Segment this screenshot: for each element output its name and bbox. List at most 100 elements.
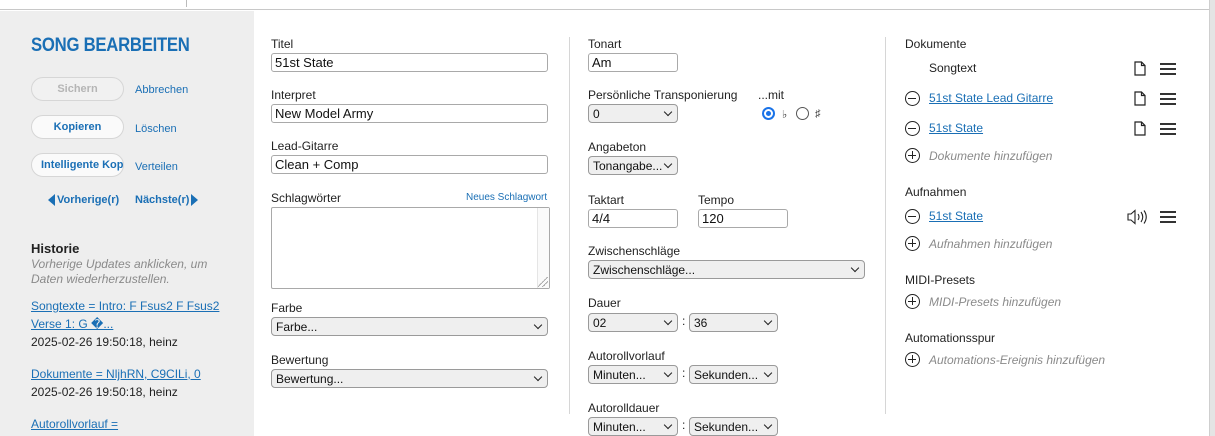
- add-document-link[interactable]: Dokumente hinzufügen: [929, 149, 1052, 163]
- intermediate-select[interactable]: Zwischenschläge...: [588, 260, 865, 279]
- remove-recording-icon[interactable]: [905, 209, 920, 224]
- add-midi-preset-icon[interactable]: [905, 294, 920, 309]
- document-item-lead-guitar[interactable]: 51st State Lead Gitarre: [929, 91, 1053, 105]
- remove-document-icon[interactable]: [905, 121, 920, 136]
- chevron-down-icon: [763, 420, 773, 430]
- recording-item-51st-state[interactable]: 51st State: [929, 209, 983, 223]
- drag-handle-icon[interactable]: [1160, 93, 1176, 105]
- documents-title: Dokumente: [905, 37, 967, 51]
- chevron-down-icon: [763, 368, 773, 378]
- column-divider: [569, 37, 570, 414]
- chevron-down-icon: [663, 316, 673, 326]
- lead-guitar-field[interactable]: Clean + Comp: [271, 155, 548, 174]
- document-icon[interactable]: [1134, 121, 1146, 136]
- chevron-down-icon: [850, 263, 860, 273]
- add-automation-icon[interactable]: [905, 352, 920, 367]
- recordings-title: Aufnahmen: [905, 185, 967, 199]
- duration-minutes-value: 02: [593, 316, 607, 330]
- time-signature-field[interactable]: 4/4: [588, 209, 678, 228]
- pitch-select-value: Tonangabe...: [593, 159, 663, 173]
- key-field[interactable]: Am: [588, 53, 678, 72]
- history-entry-link[interactable]: Dokumente = NljhRN, C9CILi, 0: [31, 367, 201, 381]
- lead-guitar-label: Lead-Gitarre: [271, 139, 339, 153]
- autoscroll-pre-seconds-select[interactable]: Sekunden...: [689, 365, 778, 384]
- sidebar: SONG BEARBEITEN Sichern Abbrechen Kopier…: [0, 11, 254, 436]
- autoscroll-pre-minutes-select[interactable]: Minuten...: [588, 365, 678, 384]
- save-button[interactable]: Sichern: [31, 77, 124, 101]
- history-entry-link[interactable]: Autorollvorlauf =: [31, 417, 118, 431]
- add-automation-link[interactable]: Automations-Ereignis hinzufügen: [929, 353, 1105, 367]
- history-entry-date: 2025-02-26 19:50:18, heinz: [31, 335, 178, 349]
- textarea-scrollbar[interactable]: [537, 208, 549, 288]
- history-entry-date: 2025-02-26 19:50:18, heinz: [31, 385, 178, 399]
- delete-link[interactable]: Löschen: [135, 123, 177, 135]
- autoscroll-pre-separator: :: [682, 366, 686, 380]
- smart-copy-button[interactable]: Intelligente Kopie: [31, 153, 124, 177]
- new-tag-link[interactable]: Neues Schlagwort: [466, 192, 547, 203]
- flat-radio[interactable]: [762, 107, 775, 120]
- pitch-select[interactable]: Tonangabe...: [588, 156, 678, 175]
- document-item-51st-state[interactable]: 51st State: [929, 121, 983, 135]
- share-link[interactable]: Verteilen: [135, 161, 178, 173]
- tempo-label: Tempo: [698, 193, 735, 207]
- cancel-link[interactable]: Abbrechen: [135, 84, 188, 96]
- autoscroll-duration-seconds-value: Sekunden...: [694, 420, 759, 434]
- page-title: SONG BEARBEITEN: [31, 35, 190, 56]
- flat-symbol: ♭: [782, 109, 788, 121]
- add-midi-preset-link[interactable]: MIDI-Presets hinzufügen: [929, 295, 1061, 309]
- document-item-songtext[interactable]: Songtext: [929, 61, 976, 75]
- previous-label: Vorherige(r): [57, 194, 120, 206]
- autoscroll-duration-seconds-select[interactable]: Sekunden...: [689, 417, 778, 436]
- duration-minutes-select[interactable]: 02: [588, 313, 678, 332]
- sharp-symbol: ♯: [815, 108, 821, 120]
- chevron-down-icon: [763, 316, 773, 326]
- intermediate-select-value: Zwischenschläge...: [593, 263, 696, 277]
- add-recording-icon[interactable]: [905, 236, 920, 251]
- history-entry-link[interactable]: Songtexte = Intro: F Fsus2 F Fsus2: [31, 299, 219, 313]
- speaker-icon[interactable]: [1127, 209, 1149, 225]
- document-icon[interactable]: [1134, 61, 1146, 76]
- chevron-right-icon: [191, 194, 199, 206]
- history-description: Vorherige Updates anklicken, um Daten wi…: [31, 257, 208, 286]
- autoscroll-duration-minutes-select[interactable]: Minuten...: [588, 417, 678, 436]
- tags-label: Schlagwörter: [271, 191, 342, 205]
- rating-label: Bewertung: [271, 353, 329, 367]
- column-divider: [885, 37, 886, 414]
- color-select-value: Farbe...: [276, 320, 318, 334]
- tags-textarea[interactable]: [271, 207, 550, 289]
- automation-title: Automationsspur: [905, 331, 996, 345]
- history-entry-link-cont[interactable]: Verse 1: G �...: [31, 317, 113, 331]
- drag-handle-icon[interactable]: [1160, 211, 1176, 223]
- drag-handle-icon[interactable]: [1160, 123, 1176, 135]
- duration-seconds-select[interactable]: 36: [689, 313, 778, 332]
- title-field[interactable]: 51st State: [271, 53, 548, 72]
- tempo-field[interactable]: 120: [698, 209, 788, 228]
- sharp-radio[interactable]: [796, 107, 809, 120]
- chevron-left-icon: [48, 194, 55, 206]
- drag-handle-icon[interactable]: [1160, 63, 1176, 75]
- rating-select[interactable]: Bewertung...: [271, 369, 548, 388]
- artist-field[interactable]: New Model Army: [271, 104, 548, 123]
- document-icon[interactable]: [1134, 91, 1146, 106]
- resize-grip-icon[interactable]: [538, 277, 548, 287]
- remove-document-icon[interactable]: [905, 91, 920, 106]
- pitch-label: Angabeton: [588, 140, 647, 154]
- add-recording-link[interactable]: Aufnahmen hinzufügen: [929, 237, 1052, 251]
- copy-button[interactable]: Kopieren: [31, 115, 124, 139]
- key-label: Tonart: [588, 37, 622, 51]
- next-button[interactable]: Nächste(r): [135, 194, 199, 206]
- top-toolbar-strip: [0, 0, 1215, 10]
- toolbar-separator: [186, 0, 187, 7]
- title-label: Titel: [271, 37, 294, 51]
- transpose-select[interactable]: 0: [588, 104, 678, 123]
- intermediate-label: Zwischenschläge: [588, 244, 681, 258]
- chevron-down-icon: [533, 320, 543, 330]
- transpose-label: Persönliche Transponierung: [588, 88, 738, 102]
- add-document-icon[interactable]: [905, 148, 920, 163]
- time-signature-label: Taktart: [588, 193, 625, 207]
- window-scrollbar[interactable]: [1209, 0, 1215, 436]
- color-select[interactable]: Farbe...: [271, 317, 548, 336]
- autoscroll-pre-seconds-value: Sekunden...: [694, 368, 759, 382]
- with-label: ...mit: [758, 88, 784, 102]
- previous-button[interactable]: Vorherige(r): [48, 194, 119, 206]
